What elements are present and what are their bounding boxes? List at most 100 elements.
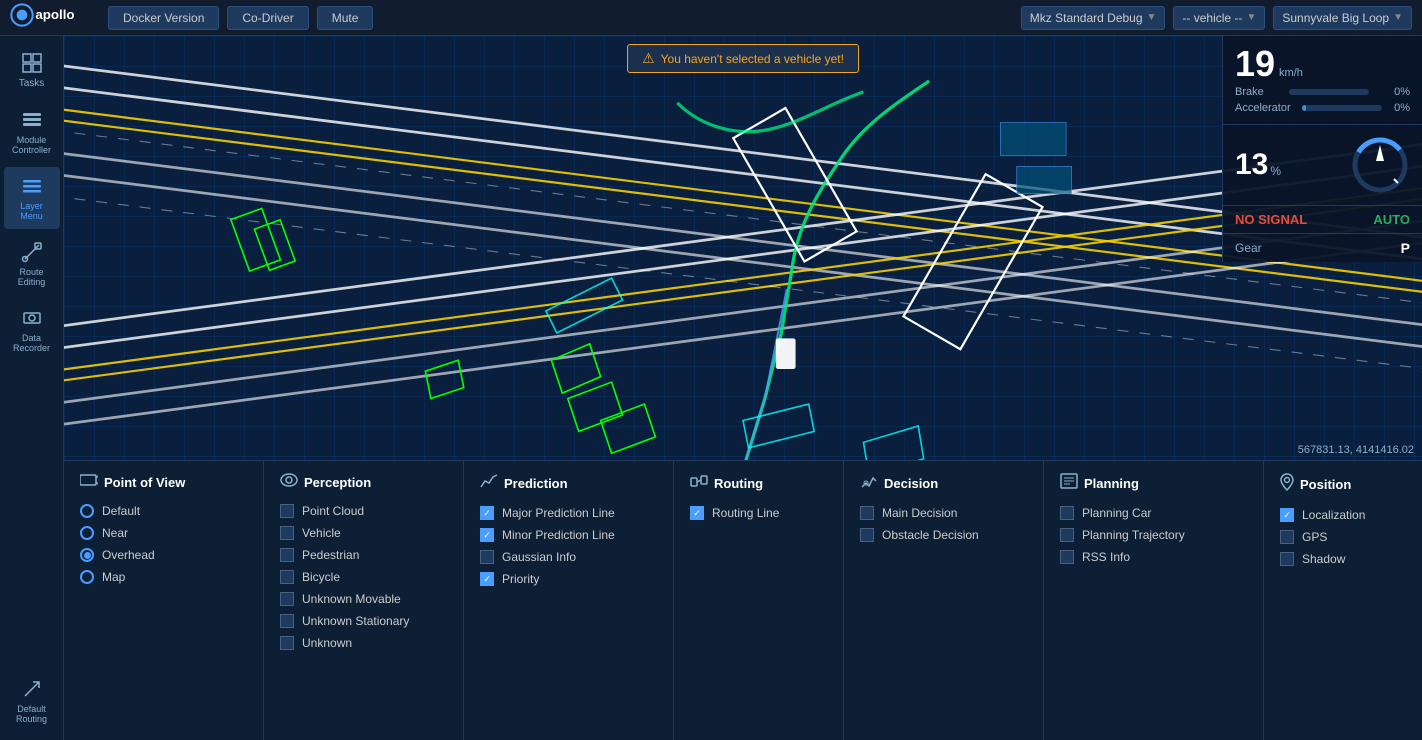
priority-label: Priority bbox=[502, 572, 539, 586]
perception-unknown-stationary[interactable]: Unknown Stationary bbox=[280, 614, 447, 628]
sidebar-label-route: RouteEditing bbox=[18, 267, 46, 287]
sidebar-item-data-recorder[interactable]: DataRecorder bbox=[4, 299, 60, 361]
pov-map-radio bbox=[80, 570, 94, 584]
unknown-stationary-label: Unknown Stationary bbox=[302, 614, 409, 628]
prediction-icon bbox=[480, 473, 498, 494]
rss-info-label: RSS Info bbox=[1082, 550, 1130, 564]
sidebar: Tasks ModuleController LayerMenu RouteEd… bbox=[0, 36, 64, 740]
pov-overhead-radio bbox=[80, 548, 94, 562]
pov-default-label: Default bbox=[102, 504, 140, 518]
decision-icon bbox=[860, 473, 878, 494]
pov-overhead[interactable]: Overhead bbox=[80, 548, 247, 562]
routing-icon bbox=[690, 473, 708, 494]
position-gps[interactable]: GPS bbox=[1280, 530, 1422, 544]
data-recorder-icon bbox=[21, 307, 43, 329]
hud-signal-section: NO SIGNAL AUTO bbox=[1223, 206, 1422, 234]
warning-text: You haven't selected a vehicle yet! bbox=[661, 52, 844, 66]
sidebar-item-module-controller[interactable]: ModuleController bbox=[4, 101, 60, 163]
sidebar-item-route-editing[interactable]: RouteEditing bbox=[4, 233, 60, 295]
hud-brake-row: Brake 0% bbox=[1235, 86, 1410, 98]
planning-rss[interactable]: RSS Info bbox=[1060, 550, 1247, 564]
pov-overhead-label: Overhead bbox=[102, 548, 155, 562]
planning-trajectory[interactable]: Planning Trajectory bbox=[1060, 528, 1247, 542]
gaussian-checkbox bbox=[480, 550, 494, 564]
hud-auto: AUTO bbox=[1373, 212, 1410, 227]
routing-line[interactable]: Routing Line bbox=[690, 506, 827, 520]
vehicle-label: Vehicle bbox=[302, 526, 341, 540]
perception-bicycle[interactable]: Bicycle bbox=[280, 570, 447, 584]
sidebar-label-default-routing: DefaultRouting bbox=[16, 704, 47, 724]
routing-title-text: Routing bbox=[714, 476, 763, 491]
vehicle-select[interactable]: -- vehicle -- ▼ bbox=[1173, 6, 1265, 30]
position-shadow[interactable]: Shadow bbox=[1280, 552, 1422, 566]
chevron-down-icon: ▼ bbox=[1147, 12, 1157, 23]
unknown-checkbox bbox=[280, 636, 294, 650]
pov-near-label: Near bbox=[102, 526, 128, 540]
pov-near[interactable]: Near bbox=[80, 526, 247, 540]
perception-icon bbox=[280, 473, 298, 492]
map-area[interactable]: ⚠ You haven't selected a vehicle yet! 56… bbox=[64, 36, 1422, 460]
bicycle-label: Bicycle bbox=[302, 570, 340, 584]
prediction-minor[interactable]: Minor Prediction Line bbox=[480, 528, 657, 542]
co-driver-button[interactable]: Co-Driver bbox=[227, 6, 308, 30]
sidebar-item-layer-menu[interactable]: LayerMenu bbox=[4, 167, 60, 229]
warning-icon: ⚠ bbox=[642, 50, 655, 67]
pov-title: Point of View bbox=[80, 473, 247, 492]
hud-brake-pct: 0% bbox=[1394, 86, 1410, 98]
prediction-major[interactable]: Major Prediction Line bbox=[480, 506, 657, 520]
pointcloud-checkbox bbox=[280, 504, 294, 518]
prediction-section: Prediction Major Prediction Line Minor P… bbox=[464, 461, 674, 740]
obstacle-decision-label: Obstacle Decision bbox=[882, 528, 979, 542]
main-layout: Tasks ModuleController LayerMenu RouteEd… bbox=[0, 36, 1422, 740]
header: apollo Docker Version Co-Driver Mute Mkz… bbox=[0, 0, 1422, 36]
perception-pointcloud[interactable]: Point Cloud bbox=[280, 504, 447, 518]
pov-default-radio bbox=[80, 504, 94, 518]
chevron-down-icon: ▼ bbox=[1393, 12, 1403, 23]
major-prediction-checkbox bbox=[480, 506, 494, 520]
debug-select[interactable]: Mkz Standard Debug ▼ bbox=[1021, 6, 1166, 30]
pov-default[interactable]: Default bbox=[80, 504, 247, 518]
pov-map-label: Map bbox=[102, 570, 125, 584]
planning-car-label: Planning Car bbox=[1082, 506, 1151, 520]
perception-unknown[interactable]: Unknown bbox=[280, 636, 447, 650]
warning-banner: ⚠ You haven't selected a vehicle yet! bbox=[627, 44, 859, 73]
planning-title-text: Planning bbox=[1084, 476, 1139, 491]
unknown-label: Unknown bbox=[302, 636, 352, 650]
hud-accel-row: Accelerator 0% bbox=[1235, 102, 1410, 114]
route-editing-icon bbox=[21, 241, 43, 263]
prediction-title: Prediction bbox=[480, 473, 657, 494]
decision-main[interactable]: Main Decision bbox=[860, 506, 1027, 520]
docker-version-button[interactable]: Docker Version bbox=[108, 6, 219, 30]
hud-panel: 19 km/h Brake 0% Accelerator bbox=[1222, 36, 1422, 262]
decision-obstacle[interactable]: Obstacle Decision bbox=[860, 528, 1027, 542]
loop-select[interactable]: Sunnyvale Big Loop ▼ bbox=[1273, 6, 1412, 30]
hud-brake-label: Brake bbox=[1235, 86, 1264, 98]
pov-map[interactable]: Map bbox=[80, 570, 247, 584]
planning-trajectory-label: Planning Trajectory bbox=[1082, 528, 1185, 542]
prediction-gaussian[interactable]: Gaussian Info bbox=[480, 550, 657, 564]
gps-checkbox bbox=[1280, 530, 1294, 544]
unknown-stationary-checkbox bbox=[280, 614, 294, 628]
rss-info-checkbox bbox=[1060, 550, 1074, 564]
planning-trajectory-checkbox bbox=[1060, 528, 1074, 542]
pedestrian-checkbox bbox=[280, 548, 294, 562]
perception-pedestrian[interactable]: Pedestrian bbox=[280, 548, 447, 562]
prediction-priority[interactable]: Priority bbox=[480, 572, 657, 586]
sidebar-item-default-routing[interactable]: DefaultRouting bbox=[4, 670, 60, 732]
sidebar-item-tasks[interactable]: Tasks bbox=[4, 44, 60, 97]
pov-near-radio bbox=[80, 526, 94, 540]
map-canvas: ⚠ You haven't selected a vehicle yet! 56… bbox=[64, 36, 1422, 460]
chevron-down-icon: ▼ bbox=[1246, 12, 1256, 23]
hud-brake-bar bbox=[1289, 89, 1369, 95]
perception-title-text: Perception bbox=[304, 475, 371, 490]
planning-car[interactable]: Planning Car bbox=[1060, 506, 1247, 520]
hud-speed-section: 19 km/h Brake 0% Accelerator bbox=[1223, 36, 1422, 125]
position-localization[interactable]: Localization bbox=[1280, 508, 1422, 522]
mute-button[interactable]: Mute bbox=[317, 6, 374, 30]
hud-gear-label: Gear bbox=[1235, 241, 1262, 255]
perception-unknown-movable[interactable]: Unknown Movable bbox=[280, 592, 447, 606]
position-section: Position Localization GPS Shadow bbox=[1264, 461, 1422, 740]
perception-vehicle[interactable]: Vehicle bbox=[280, 526, 447, 540]
hud-speed-unit: km/h bbox=[1279, 67, 1303, 79]
hud-gauge-pct: % bbox=[1270, 164, 1281, 178]
